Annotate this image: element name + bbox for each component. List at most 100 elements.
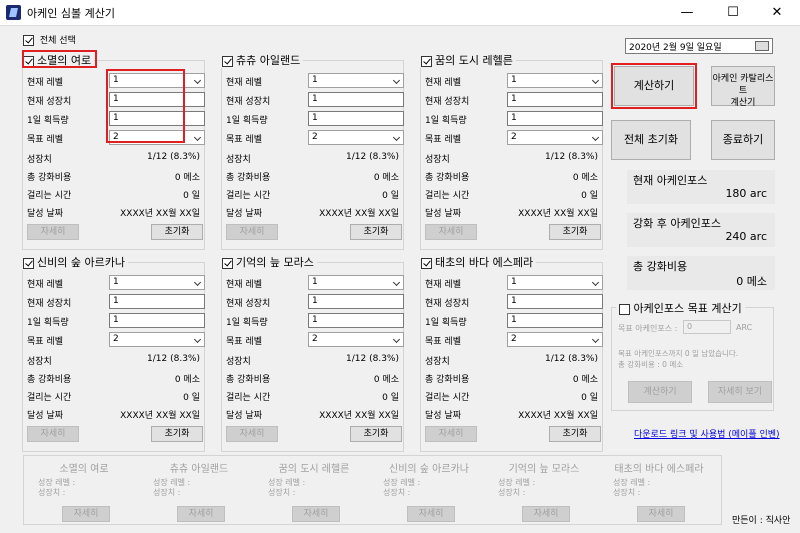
select-all-label: 전체 선택 — [39, 36, 76, 46]
summary-value-label: 성장치 : — [498, 488, 526, 497]
summary-value-label: 성장치 : — [153, 488, 181, 497]
target-level-select[interactable]: 2 — [507, 130, 603, 145]
detail-button[interactable]: 자세히 — [27, 426, 79, 442]
maximize-button[interactable]: ☐ — [710, 0, 756, 26]
growth-label: 성장치 — [425, 155, 450, 165]
target-level-select[interactable]: 2 — [308, 332, 404, 347]
daily-gain-input[interactable]: 1 — [308, 111, 404, 126]
detail-button[interactable]: 자세히 — [27, 224, 79, 240]
panel-toggle[interactable]: 태초의 바다 에스페라 — [419, 254, 537, 270]
target-detail-button[interactable]: 자세히 보기 — [708, 381, 772, 403]
summary-detail-button[interactable]: 자세히 — [62, 506, 110, 522]
catalyst-calculator-button[interactable]: 아케인 카탈리스트 계산기 — [711, 66, 775, 108]
panel-toggle[interactable]: 신비의 숲 아르카나 — [21, 254, 128, 270]
reset-button[interactable]: 초기화 — [350, 224, 402, 240]
daily-gain-label: 1일 획득량 — [226, 116, 268, 126]
date-value: XXXX년 XX월 XX일 — [518, 209, 598, 219]
summary-name: 신비의 숲 아르카나 — [389, 464, 469, 475]
growth-value: 1/12 (8.3%) — [346, 354, 399, 364]
summary-detail-button[interactable]: 자세히 — [177, 506, 225, 522]
reset-all-button[interactable]: 전체 초기화 — [611, 120, 691, 160]
target-af-input[interactable]: 0 — [683, 320, 731, 334]
current-growth-label: 현재 성장치 — [425, 299, 470, 309]
time-value: 0 일 — [382, 191, 399, 201]
current-growth-input[interactable]: 1 — [507, 92, 603, 107]
current-level-select[interactable]: 1 — [308, 275, 404, 290]
after-af-label: 강화 후 아케인포스 — [633, 217, 721, 230]
target-level-label: 목표 레벨 — [425, 337, 461, 347]
reset-button[interactable]: 초기화 — [151, 224, 203, 240]
current-growth-input[interactable]: 1 — [308, 92, 404, 107]
checkbox-icon — [222, 257, 233, 269]
minimize-button[interactable]: — — [664, 0, 710, 26]
download-link[interactable]: 다운로드 링크 및 사용법 (메이플 인벤) — [634, 427, 780, 440]
summary-name: 츄츄 아일랜드 — [169, 464, 229, 475]
reset-button[interactable]: 초기화 — [549, 426, 601, 442]
target-calc-toggle[interactable]: 아케인포스 목표 계산기 — [616, 300, 745, 316]
current-level-select[interactable]: 1 — [507, 275, 603, 290]
cost-label: 총 강화비용 — [226, 375, 271, 385]
summary-group: 소멸의 여로 성장 레벨 : 성장치 : 자세히 츄츄 아일랜드 성장 레벨 :… — [23, 455, 722, 525]
current-growth-input[interactable]: 1 — [308, 294, 404, 309]
author-credit: 만든이 : 직사안 — [732, 516, 791, 526]
date-value: 2020년 2월 9일 일요일 — [629, 43, 722, 53]
current-level-label: 현재 레벨 — [27, 280, 63, 290]
summary-detail-button[interactable]: 자세히 — [292, 506, 340, 522]
cost-label: 총 강화비용 — [425, 375, 470, 385]
date-value: XXXX년 XX월 XX일 — [319, 209, 399, 219]
current-growth-input[interactable]: 1 — [109, 294, 205, 309]
select-all-checkbox[interactable]: 전체 선택 — [23, 33, 76, 46]
target-level-select[interactable]: 2 — [308, 130, 404, 145]
panel-toggle[interactable]: 기억의 늪 모라스 — [220, 254, 317, 270]
panel-title: 태초의 바다 에스페라 — [435, 256, 534, 269]
target-calculate-button[interactable]: 계산하기 — [628, 381, 692, 403]
cost-value: 0 메소 — [572, 173, 598, 183]
reset-button[interactable]: 초기화 — [151, 426, 203, 442]
time-label: 걸리는 시간 — [226, 393, 271, 403]
summary-detail-button[interactable]: 자세히 — [637, 506, 685, 522]
daily-gain-input[interactable]: 1 — [507, 111, 603, 126]
current-level-select[interactable]: 1 — [308, 73, 404, 88]
detail-button[interactable]: 자세히 — [425, 224, 477, 240]
daily-gain-input[interactable]: 1 — [507, 313, 603, 328]
current-growth-input[interactable]: 1 — [507, 294, 603, 309]
cost-value: 0 메소 — [174, 173, 200, 183]
daily-gain-input[interactable]: 1 — [308, 313, 404, 328]
total-cost-value: 0 메소 — [736, 275, 767, 288]
growth-value: 1/12 (8.3%) — [545, 354, 598, 364]
growth-label: 성장치 — [425, 357, 450, 367]
calendar-icon[interactable] — [755, 41, 769, 51]
current-level-select[interactable]: 1 — [507, 73, 603, 88]
panel-toggle[interactable]: 꿈의 도시 레헬른 — [419, 52, 516, 68]
detail-button[interactable]: 자세히 — [226, 426, 278, 442]
exit-button[interactable]: 종료하기 — [711, 120, 775, 160]
daily-gain-input[interactable]: 1 — [109, 313, 205, 328]
date-label: 달성 날짜 — [27, 209, 63, 219]
total-cost-label: 총 강화비용 — [633, 260, 688, 273]
target-level-select[interactable]: 2 — [109, 332, 205, 347]
date-picker[interactable]: 2020년 2월 9일 일요일 — [625, 38, 773, 54]
current-level-select[interactable]: 1 — [109, 275, 205, 290]
after-arcane-force-box: 강화 후 아케인포스 240 arc — [627, 213, 775, 247]
panel-title: 신비의 숲 아르카나 — [37, 256, 125, 269]
cost-value: 0 메소 — [174, 375, 200, 385]
close-button[interactable]: ✕ — [754, 0, 800, 26]
target-level-label: 목표 레벨 — [425, 135, 461, 145]
growth-label: 성장치 — [27, 357, 52, 367]
total-cost-box: 총 강화비용 0 메소 — [627, 256, 775, 290]
summary-value-label: 성장치 : — [613, 488, 641, 497]
reset-button[interactable]: 초기화 — [549, 224, 601, 240]
detail-button[interactable]: 자세히 — [226, 224, 278, 240]
panel-toggle[interactable]: 츄츄 아일랜드 — [220, 52, 304, 68]
summary-detail-button[interactable]: 자세히 — [407, 506, 455, 522]
current-level-label: 현재 레벨 — [425, 280, 461, 290]
target-level-select[interactable]: 2 — [507, 332, 603, 347]
reset-button[interactable]: 초기화 — [350, 426, 402, 442]
date-label: 달성 날짜 — [425, 209, 461, 219]
summary-detail-button[interactable]: 자세히 — [522, 506, 570, 522]
current-level-label: 현재 레벨 — [226, 280, 262, 290]
time-value: 0 일 — [183, 191, 200, 201]
highlight-box — [22, 50, 97, 68]
detail-button[interactable]: 자세히 — [425, 426, 477, 442]
time-label: 걸리는 시간 — [425, 191, 470, 201]
